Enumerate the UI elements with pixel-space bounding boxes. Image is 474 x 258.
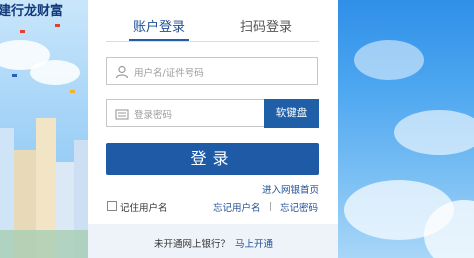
tab-account-login[interactable]: 账户登录 <box>129 16 189 35</box>
remember-user-checkbox[interactable] <box>107 201 117 211</box>
forgot-password-link[interactable]: 忘记密码 <box>280 200 318 214</box>
keyboard-icon <box>115 106 129 120</box>
greenery-decoration <box>0 230 90 258</box>
online-banking-link[interactable]: 进入网银首页 <box>262 182 319 196</box>
soft-keyboard-button[interactable]: 软键盘 <box>264 99 319 128</box>
confetti-decoration <box>70 90 75 93</box>
tab-qr-login[interactable]: 扫码登录 <box>236 16 296 35</box>
active-tab-indicator <box>129 39 189 41</box>
confetti-decoration <box>12 74 17 77</box>
link-separator <box>270 202 271 211</box>
remember-user-label: 记住用户名 <box>120 203 168 214</box>
password-field[interactable]: 登录密码 <box>106 99 265 127</box>
tab-divider <box>106 41 319 42</box>
confetti-decoration <box>55 24 60 27</box>
left-background: 建行龙财富 <box>0 0 90 258</box>
cloud-decoration <box>394 110 474 155</box>
right-background <box>334 0 474 258</box>
cloud-decoration <box>30 60 80 85</box>
cloud-decoration <box>354 40 424 80</box>
login-button[interactable]: 登录 <box>106 143 319 175</box>
open-now-link[interactable]: 马上开通 <box>235 236 273 250</box>
brand-logo: 建行龙财富 <box>0 4 64 19</box>
username-field[interactable]: 用户名/证件号码 <box>106 57 318 85</box>
username-placeholder: 用户名/证件号码 <box>134 68 204 79</box>
user-icon <box>115 64 129 79</box>
login-card <box>88 0 338 258</box>
confetti-decoration <box>20 30 25 33</box>
password-placeholder: 登录密码 <box>134 110 173 121</box>
footer-question: 未开通网上银行？ <box>154 239 231 250</box>
forgot-username-link[interactable]: 忘记用户名 <box>213 200 261 214</box>
